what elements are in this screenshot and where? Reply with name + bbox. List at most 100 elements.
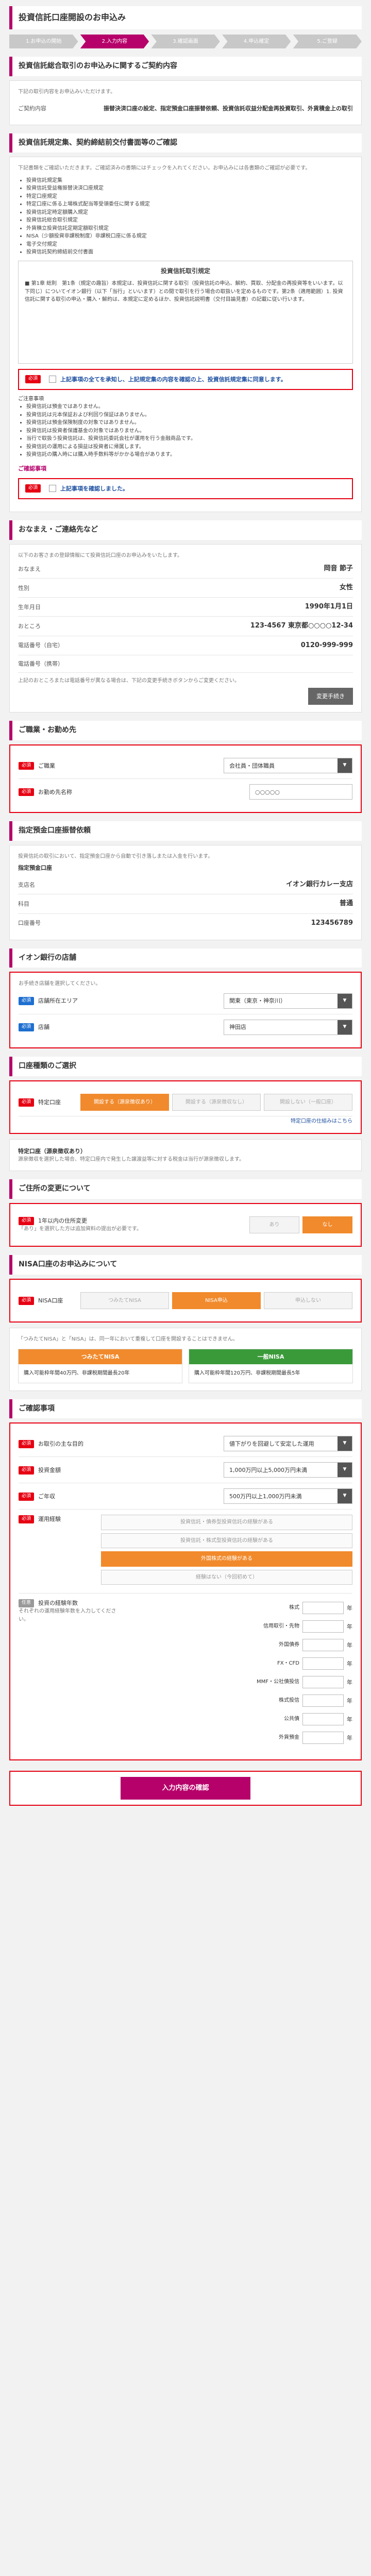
- q1-select[interactable]: 値下がりを回避して安定した運用 ▼: [224, 1436, 352, 1452]
- rules-doc[interactable]: 投資信託受益権振替決済口座規定: [26, 184, 353, 193]
- nisa-option[interactable]: 申込しない: [264, 1292, 352, 1310]
- address-row: 必須 1年以内の住所変更 「あり」を選択した方は追加資料の提出が必要です。 あり …: [19, 1211, 352, 1239]
- rules-doc[interactable]: 投資信託総合取引規定: [26, 216, 353, 225]
- type-heading: 口座種類のご選択: [9, 1056, 362, 1076]
- amount-row: 外貨預金 年: [122, 1728, 352, 1747]
- q3-label: ご年収: [38, 1493, 56, 1500]
- q5-label: 投資の経験年数: [38, 1600, 78, 1607]
- q4-option[interactable]: 外国株式の経験がある: [101, 1551, 352, 1567]
- consent-row: ご契約内容 振替決済口座の設定、指定預金口座振替依頼、投資信託収益分配金再投資取…: [18, 100, 353, 117]
- address-option[interactable]: あり: [249, 1216, 299, 1234]
- company-input[interactable]: ○○○○○: [249, 784, 352, 800]
- chevron-down-icon: ▼: [338, 1463, 352, 1478]
- step-2: 2.入力内容: [80, 34, 149, 49]
- confirm-heading: ご確認事項: [9, 1399, 362, 1419]
- notice-item: 投資信託は預金ではありません。: [26, 403, 353, 411]
- amount-input[interactable]: [302, 1657, 344, 1670]
- type-panel: 必須 特定口座 開設する（源泉徴収あり） 開設する（源泉徴収なし） 開設しない（一…: [9, 1080, 362, 1134]
- change-button[interactable]: 変更手続き: [308, 688, 353, 705]
- type-link[interactable]: 特定口座の仕組みはこちら: [291, 1118, 352, 1124]
- area-value: 関東（東京・神奈川）: [229, 997, 286, 1005]
- rules-doc[interactable]: 特定口座規定: [26, 193, 353, 201]
- confirm-panel: 必須 お取引の主な目的 値下がりを回避して安定した運用 ▼ 必須 投資金額 1,000…: [9, 1422, 362, 1761]
- q4-option[interactable]: 経験はない（今回初めて）: [101, 1569, 352, 1585]
- rules-scroll-box[interactable]: 投資信託取引規定 ■ 第1章 総則 第1条（規定の趣旨）本規定は、投資信託に関す…: [18, 260, 353, 364]
- type-sub-note: 源泉徴収を選択した場合、特定口座内で発生した譲渡益等に対する税金は当行が源泉徴収…: [18, 1156, 244, 1162]
- area-label: 店舗所在エリア: [38, 997, 78, 1005]
- amount-input[interactable]: [302, 1694, 344, 1707]
- rules-agree-checkbox-row[interactable]: 必須 上記事項の全てを承知し、上記規定集の内容を確認の上、投資信託規定集に同意し…: [18, 368, 353, 390]
- amount-input[interactable]: [302, 1620, 344, 1633]
- required-badge: 必須: [25, 484, 41, 493]
- rules-doc[interactable]: 投資信託契約締結前交付書面: [26, 248, 353, 257]
- type-option[interactable]: 開設する（源泉徴収あり）: [80, 1093, 169, 1111]
- store-select[interactable]: 神田店 ▼: [224, 1019, 352, 1035]
- q4-option[interactable]: 投資信託・債券型投資信託の経験がある: [101, 1515, 352, 1530]
- chevron-down-icon: ▼: [338, 993, 352, 1008]
- nisa-option[interactable]: NISA申込: [172, 1292, 261, 1310]
- confirm-checkbox-row[interactable]: 必須 上記事項を確認しました。: [18, 478, 353, 499]
- nisa-col: 一般NISA 購入可能枠年間120万円、非課税期間最長5年: [189, 1348, 353, 1383]
- customer-row-value: 1990年1月1日: [305, 603, 353, 611]
- rules-doc[interactable]: 特定口座に係る上場株式配当等受領委任に関する規定: [26, 200, 353, 209]
- required-badge: 必須: [19, 1297, 35, 1306]
- customer-row: 電話番号（自宅） 0120-999-999: [18, 636, 353, 655]
- customer-row-value: 女性: [339, 584, 353, 592]
- account-row-label: 科目: [18, 900, 29, 907]
- amount-input[interactable]: [302, 1732, 344, 1744]
- amount-input[interactable]: [302, 1639, 344, 1652]
- address-heading: ご住所の変更について: [9, 1179, 362, 1199]
- branch-heading: イオン銀行の店舗: [9, 948, 362, 968]
- type-option[interactable]: 開設する（源泉徴収なし）: [172, 1093, 261, 1111]
- nisa-compare: つみたてNISA 購入可能枠年間40万円、非課税期間最長20年 一般NISA 購…: [18, 1348, 353, 1383]
- q4-label: 運用経験: [38, 1516, 61, 1523]
- nisa-option[interactable]: つみたてNISA: [80, 1292, 169, 1310]
- amount-row: 株式投信 年: [122, 1691, 352, 1710]
- customer-row-label: 性別: [18, 584, 29, 591]
- q1-row: 必須 お取引の主な目的 値下がりを回避して安定した運用 ▼: [19, 1431, 352, 1458]
- chevron-down-icon: ▼: [338, 758, 352, 773]
- q4-option[interactable]: 投資信託・株式型投資信託の経験がある: [101, 1533, 352, 1549]
- amount-input[interactable]: [302, 1602, 344, 1615]
- area-select[interactable]: 関東（東京・神奈川） ▼: [224, 993, 352, 1009]
- area-row: 必須 店舗所在エリア 関東（東京・神奈川） ▼: [19, 988, 352, 1014]
- customer-row-label: 電話番号（携帯）: [18, 660, 63, 667]
- rules-panel: 下記書類をご確認いただきます。ご確認済みの書類にはチェックを入れてください。お申…: [9, 157, 362, 512]
- amount-input[interactable]: [302, 1676, 344, 1689]
- job-label: ご職業: [38, 762, 56, 769]
- notice-item: 投資信託の運用による損益は投資者に帰属します。: [26, 443, 353, 451]
- rules-heading: 投資信託規定集、契約締結前交付書面等のご確認: [9, 133, 362, 153]
- rules-box-title: 投資信託取引規定: [160, 267, 210, 275]
- account-heading: 指定預金口座振替依頼: [9, 821, 362, 841]
- address-option[interactable]: なし: [302, 1216, 352, 1234]
- q2-select[interactable]: 1,000万円以上5,000万円未満 ▼: [224, 1462, 352, 1478]
- q3-value: 500万円以上1,000万円未満: [229, 1493, 302, 1500]
- rules-doc[interactable]: 投資信託定時定額購入規定: [26, 209, 353, 217]
- customer-row-label: 生年月日: [18, 603, 41, 611]
- unit: 年: [347, 1660, 352, 1667]
- rules-doc[interactable]: 外貨積立投資信託定期定額取引規定: [26, 225, 353, 233]
- amount-input[interactable]: [302, 1713, 344, 1726]
- rules-doc[interactable]: 投資信託規定集: [26, 177, 353, 185]
- type-sub-head: 特定口座（源泉徴収あり）: [18, 1147, 86, 1155]
- step-5: 5.ご登録: [293, 34, 362, 49]
- q3-row: 必須 ご年収 500万円以上1,000万円未満 ▼: [19, 1483, 352, 1510]
- q3-select[interactable]: 500万円以上1,000万円未満 ▼: [224, 1488, 352, 1504]
- account-note: 投資信託の取引において、指定預金口座から自動で引き落しまたは入金を行います。: [18, 853, 213, 859]
- store-value: 神田店: [229, 1024, 246, 1031]
- account-row: 口座番号 123456789: [18, 914, 353, 933]
- rules-doc[interactable]: 電子交付規定: [26, 241, 353, 249]
- required-badge: 必須: [19, 1492, 35, 1501]
- confirm-checkbox[interactable]: [49, 484, 57, 492]
- rules-doc[interactable]: NISA（少額投資非課税制度）非課税口座に係る規定: [26, 232, 353, 241]
- amount-row: 株式 年: [122, 1599, 352, 1617]
- step-4: 4.申込確定: [222, 34, 291, 49]
- submit-button[interactable]: 入力内容の確認: [121, 1777, 250, 1800]
- job-select[interactable]: 会社員・団体職員 ▼: [224, 758, 352, 774]
- unit: 年: [347, 1604, 352, 1612]
- agree-checkbox[interactable]: [49, 375, 57, 383]
- q5-amounts: 株式年 信用取引・先物年 外国債券年 FX・CFD 年 MMF・公社債投信年 株式…: [122, 1599, 352, 1747]
- amount-name: 株式: [289, 1605, 299, 1611]
- type-option[interactable]: 開設しない（一般口座）: [264, 1093, 352, 1111]
- nisa-col-body: 購入可能枠年間40万円、非課税期間最長20年: [24, 1370, 130, 1377]
